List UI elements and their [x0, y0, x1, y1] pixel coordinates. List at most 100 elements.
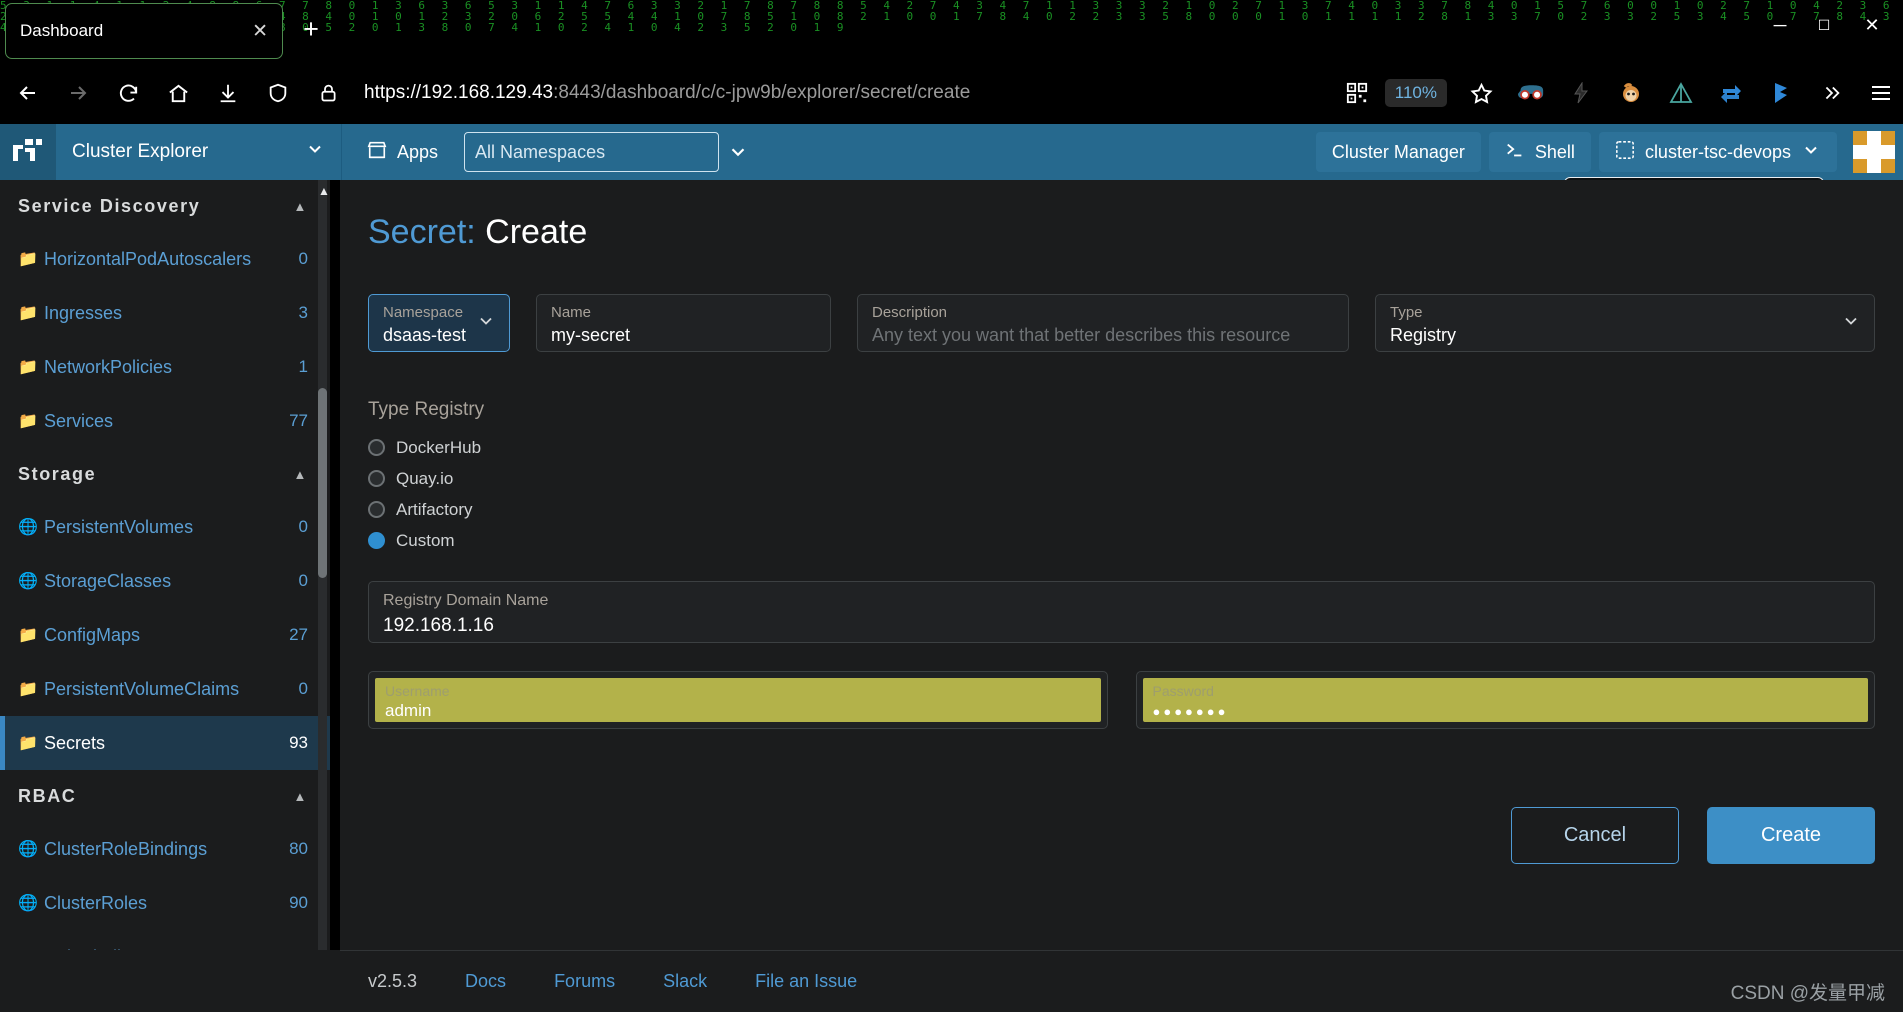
blue-app-icon[interactable] [1759, 71, 1803, 115]
sidebar-item-clusterrolebindings[interactable]: 🌐 ClusterRoleBindings 80 [0, 822, 330, 876]
radio-quayio[interactable]: Quay.io [368, 463, 1903, 494]
namespace-filter-input[interactable]: All Namespaces [464, 132, 720, 172]
credentials-row: Username admin Password ●●●●●●● [368, 671, 1875, 729]
glasses-extension-icon[interactable] [1509, 71, 1553, 115]
avatar[interactable] [1853, 131, 1895, 173]
sidebar-scrollbar-thumb[interactable] [318, 388, 327, 578]
sidebar-item-count: 27 [289, 625, 308, 644]
cluster-manager-button[interactable]: Cluster Manager [1315, 132, 1481, 172]
zoom-level-badge[interactable]: 110% [1384, 79, 1447, 107]
qr-code-icon[interactable] [1335, 71, 1379, 115]
cluster-explorer-selector[interactable]: Cluster Explorer [56, 124, 341, 180]
type-select[interactable]: Type Registry [1375, 294, 1875, 352]
radio-icon [368, 501, 385, 518]
radio-artifactory[interactable]: Artifactory [368, 494, 1903, 525]
window-close-icon[interactable]: ✕ [1855, 12, 1889, 38]
namespace-select[interactable]: Namespace dsaas-test [368, 294, 510, 352]
sidebar-scrollbar-track[interactable] [318, 180, 327, 1012]
sidebar-item-ingresses[interactable]: 📁 Ingresses 3 [0, 286, 330, 340]
shield-icon[interactable] [256, 71, 300, 115]
browser-tab-strip: 5 3 1 1 4 1 1 2 4 8 8 6 7 7 8 0 1 3 6 3 … [0, 0, 1903, 62]
chevron-up-icon: ▲ [293, 198, 308, 214]
sidebar-item-count: 0 [298, 249, 308, 268]
forums-link[interactable]: Forums [554, 971, 615, 992]
namespace-dropdown-chevron-down-icon[interactable] [721, 132, 755, 172]
cluster-selector[interactable]: cluster-tsc-devops [1598, 132, 1837, 172]
sidebar-item-configmaps[interactable]: 📁 ConfigMaps 27 [0, 608, 330, 662]
sidebar-item-count: 90 [289, 893, 308, 912]
sidebar-item-persistentvolumes[interactable]: 🌐 PersistentVolumes 0 [0, 500, 330, 554]
close-icon[interactable]: ✕ [252, 22, 268, 41]
chevron-down-icon [476, 311, 496, 335]
sidebar-item-storageclasses[interactable]: 🌐 StorageClasses 0 [0, 554, 330, 608]
registry-domain-input[interactable]: Registry Domain Name 192.168.1.16 [368, 581, 1875, 643]
maximize-icon[interactable]: ☐ [1807, 12, 1841, 38]
sync-arrows-icon[interactable] [1709, 71, 1753, 115]
chevrons-right-icon[interactable] [1809, 71, 1853, 115]
radio-label: Artifactory [396, 499, 473, 519]
download-icon[interactable] [206, 71, 250, 115]
browser-tab-dashboard[interactable]: Dashboard ✕ [5, 3, 283, 59]
globe-icon: 🌐 [18, 519, 38, 536]
address-bar[interactable]: https://192.168.129.43:8443/dashboard/c/… [350, 71, 1329, 115]
docs-link[interactable]: Docs [465, 971, 506, 992]
registry-radio-group: DockerHub Quay.io Artifactory Custom [368, 432, 1903, 556]
home-icon[interactable] [156, 71, 200, 115]
create-button[interactable]: Create [1707, 807, 1875, 864]
sidebar-item-label: HorizontalPodAutoscalers [44, 248, 252, 269]
radio-dockerhub[interactable]: DockerHub [368, 432, 1903, 463]
sidebar-item-clusterroles[interactable]: 🌐 ClusterRoles 90 [0, 876, 330, 930]
apps-label: Apps [397, 141, 439, 162]
username-autofill[interactable]: Username admin [375, 678, 1101, 722]
sidebar-item-horizontalpodautoscalers[interactable]: 📁 HorizontalPodAutoscalers 0 [0, 232, 330, 286]
forward-icon[interactable] [56, 71, 100, 115]
cancel-button[interactable]: Cancel [1511, 807, 1679, 864]
shell-button[interactable]: Shell [1488, 132, 1591, 172]
rancher-logo-icon[interactable] [0, 124, 56, 180]
sidebar-item-count: 77 [289, 411, 308, 430]
sidebar-item-label: PersistentVolumeClaims [44, 678, 240, 699]
bookmark-star-icon[interactable] [1459, 71, 1503, 115]
monkey-extension-icon[interactable] [1609, 71, 1653, 115]
triangle-extension-icon[interactable] [1659, 71, 1703, 115]
slack-link[interactable]: Slack [663, 971, 707, 992]
header-divider [341, 124, 342, 180]
sidebar-item-persistentvolumeclaims[interactable]: 📁 PersistentVolumeClaims 0 [0, 662, 330, 716]
description-input[interactable]: Description Any text you want that bette… [857, 294, 1349, 352]
username-field[interactable]: Username admin [368, 671, 1108, 729]
footer-left-filler [0, 950, 340, 1012]
username-value: admin [385, 701, 432, 720]
description-placeholder: Any text you want that better describes … [872, 325, 1291, 345]
sidebar-group-label: Service Discovery [18, 195, 201, 216]
new-tab-button[interactable]: + [295, 14, 327, 46]
radio-custom[interactable]: Custom [368, 525, 1903, 556]
scroll-up-icon[interactable]: ▲ [318, 184, 330, 198]
sidebar-group-rbac[interactable]: RBAC ▲ [0, 770, 330, 822]
sidebar-item-networkpolicies[interactable]: 📁 NetworkPolicies 1 [0, 340, 330, 394]
back-icon[interactable] [6, 71, 50, 115]
hamburger-menu-icon[interactable] [1859, 71, 1903, 115]
password-autofill[interactable]: Password ●●●●●●● [1142, 678, 1868, 722]
globe-icon: 🌐 [18, 895, 38, 912]
lightning-bolt-icon[interactable] [1559, 71, 1603, 115]
reload-icon[interactable] [106, 71, 150, 115]
sidebar-group-storage[interactable]: Storage ▲ [0, 448, 330, 500]
radio-icon [368, 439, 385, 456]
password-field[interactable]: Password ●●●●●●● [1135, 671, 1875, 729]
file-an-issue-link[interactable]: File an Issue [755, 971, 857, 992]
sidebar-item-label: PersistentVolumes [44, 516, 194, 537]
shell-label: Shell [1534, 141, 1575, 162]
radio-icon [368, 470, 385, 487]
minimize-icon[interactable]: ─ [1763, 12, 1797, 38]
name-input[interactable]: Name my-secret [536, 294, 831, 352]
sidebar-item-secrets[interactable]: 📁 Secrets 93 [0, 716, 330, 770]
name-value: my-secret [551, 325, 631, 345]
insecure-lock-icon[interactable] [306, 71, 350, 115]
page-title-suffix: Create [485, 213, 588, 251]
browser-nav-bar: https://192.168.129.43:8443/dashboard/c/… [0, 62, 1903, 124]
sidebar-item-services[interactable]: 📁 Services 77 [0, 394, 330, 448]
sidebar-group-label: Storage [18, 463, 97, 484]
sidebar-item-label: ConfigMaps [44, 624, 141, 645]
sidebar-group-service-discovery[interactable]: Service Discovery ▲ [0, 180, 330, 232]
apps-button[interactable]: Apps [352, 132, 452, 172]
